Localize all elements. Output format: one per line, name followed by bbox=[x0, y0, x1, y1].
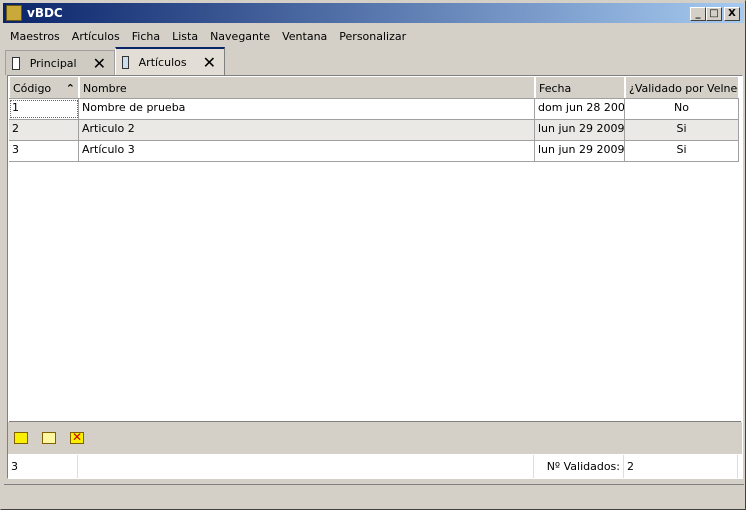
cell-fecha: dom jun 28 2009 bbox=[535, 99, 625, 119]
cell-fecha: lun jun 29 2009 bbox=[535, 141, 625, 161]
cell-codigo: 2 bbox=[9, 120, 79, 140]
table-row[interactable]: 3 Artículo 3 lun jun 29 2009 Si bbox=[9, 141, 739, 162]
column-header-validado[interactable]: ¿Validado por Velneo? bbox=[625, 77, 739, 98]
cell-codigo: 1 bbox=[9, 99, 79, 119]
table-toolbar bbox=[8, 422, 742, 454]
tab-articulos[interactable]: Artículos ✕ bbox=[115, 47, 225, 75]
cell-fecha: lun jun 29 2009 bbox=[535, 120, 625, 140]
menu-ficha[interactable]: Ficha bbox=[126, 27, 166, 47]
totals-row: 3 Nº Validados: 2 bbox=[8, 455, 742, 478]
close-tab-icon[interactable]: ✕ bbox=[203, 53, 216, 72]
tab-bar: Principal ✕ Artículos ✕ bbox=[5, 47, 743, 75]
menu-lista[interactable]: Lista bbox=[166, 27, 204, 47]
validated-label: Nº Validados: bbox=[534, 455, 624, 478]
menu-bar: Maestros Artículos Ficha Lista Navegante… bbox=[4, 27, 412, 47]
column-header-codigo[interactable]: Código ⌃ bbox=[9, 77, 79, 98]
menu-articulos[interactable]: Artículos bbox=[66, 27, 126, 47]
cell-nombre: Articulo 2 bbox=[79, 120, 535, 140]
column-header-nombre[interactable]: Nombre bbox=[79, 77, 535, 98]
menu-ventana[interactable]: Ventana bbox=[276, 27, 333, 47]
table-header: Código ⌃ Nombre Fecha ¿Validado por Velne… bbox=[9, 77, 739, 99]
form-icon bbox=[12, 56, 20, 70]
menu-maestros[interactable]: Maestros bbox=[4, 27, 66, 47]
cell-codigo: 3 bbox=[9, 141, 79, 161]
tab-label: Artículos bbox=[138, 55, 187, 69]
close-button[interactable]: X bbox=[724, 7, 740, 21]
articles-panel: Código ⌃ Nombre Fecha ¿Validado por Velne… bbox=[7, 75, 743, 479]
new-folder-icon[interactable] bbox=[14, 432, 28, 444]
menu-navegante[interactable]: Navegante bbox=[204, 27, 276, 47]
table-icon bbox=[122, 55, 129, 69]
empty-cell bbox=[78, 455, 534, 478]
articles-table[interactable]: Código ⌃ Nombre Fecha ¿Validado por Velne… bbox=[9, 77, 741, 422]
status-bar bbox=[4, 484, 744, 506]
close-tab-icon[interactable]: ✕ bbox=[93, 54, 106, 73]
maximize-button[interactable]: □ bbox=[706, 7, 722, 21]
cell-nombre: Artículo 3 bbox=[79, 141, 535, 161]
cell-validado: Si bbox=[625, 141, 739, 161]
sort-ascending-icon: ⌃ bbox=[65, 82, 75, 95]
title-bar: vBDC _ □ X bbox=[3, 3, 744, 23]
table-row[interactable]: 1 Nombre de prueba dom jun 28 2009 No bbox=[9, 99, 739, 120]
record-count: 3 bbox=[8, 455, 78, 478]
edit-record-icon[interactable] bbox=[42, 432, 56, 444]
table-row[interactable]: 2 Articulo 2 lun jun 29 2009 Si bbox=[9, 120, 739, 141]
delete-record-icon[interactable] bbox=[70, 430, 84, 444]
menu-personalizar[interactable]: Personalizar bbox=[333, 27, 412, 47]
tab-principal[interactable]: Principal ✕ bbox=[5, 50, 115, 75]
cell-validado: Si bbox=[625, 120, 739, 140]
cell-validado: No bbox=[625, 99, 739, 119]
main-window: vBDC _ □ X Maestros Artículos Ficha List… bbox=[0, 0, 746, 510]
app-icon bbox=[6, 5, 22, 21]
cell-nombre: Nombre de prueba bbox=[79, 99, 535, 119]
minimize-button[interactable]: _ bbox=[690, 7, 706, 21]
window-title: vBDC bbox=[27, 6, 63, 20]
column-header-fecha[interactable]: Fecha bbox=[535, 77, 625, 98]
tab-label: Principal bbox=[29, 56, 77, 70]
validated-count: 2 bbox=[624, 455, 738, 478]
